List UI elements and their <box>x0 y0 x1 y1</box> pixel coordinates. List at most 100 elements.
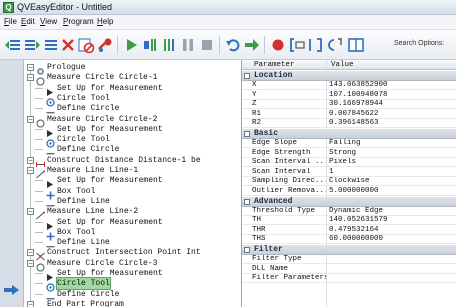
grid-param-value[interactable]: 5.000000000 <box>329 187 455 196</box>
grid-param-value[interactable]: 0.479532164 <box>329 226 455 235</box>
grid-param-value[interactable]: 30.166978944 <box>329 100 455 109</box>
list-button[interactable] <box>42 35 60 55</box>
bracket-c-button[interactable] <box>326 35 344 55</box>
grid-row[interactable]: R2 0.396148563 <box>242 119 456 129</box>
grid-row[interactable]: Y 107.100948078 <box>242 91 456 100</box>
window-title: QVEasyEditor - Untitled <box>17 2 113 12</box>
grid-param-value[interactable]: 1 <box>329 168 455 177</box>
grid-param-value[interactable]: Clockwise <box>329 177 455 186</box>
grid-param-value[interactable]: 140.052631579 <box>329 216 455 225</box>
grid-row[interactable]: Outlier Remova... 5.000000000 <box>242 187 456 196</box>
collapse-icon[interactable] <box>244 198 250 205</box>
link-button[interactable] <box>96 35 114 55</box>
grid-row[interactable]: Filter Type <box>242 255 456 264</box>
grid-param-value[interactable]: Pixels <box>329 158 455 167</box>
bracket-c-icon <box>328 38 342 51</box>
grid-row[interactable]: Scan Interval ... Pixels <box>242 158 456 168</box>
collapse-icon[interactable] <box>244 247 250 253</box>
expand-toggle-icon[interactable]: − <box>27 259 34 267</box>
bracket-button[interactable] <box>288 35 306 55</box>
column-header-value[interactable]: Value <box>331 60 354 70</box>
expand-toggle-icon[interactable]: − <box>27 156 34 164</box>
pause-button[interactable] <box>179 35 197 55</box>
grid-category[interactable]: Location <box>242 71 456 81</box>
grid-param-name: Threshold Type <box>252 206 316 215</box>
grid-row[interactable]: DLL Name <box>242 265 456 274</box>
record-button[interactable] <box>269 35 287 55</box>
dash-icon <box>46 238 55 248</box>
grid-param-value[interactable]: 107.100948078 <box>329 91 455 100</box>
run-button[interactable] <box>122 35 140 55</box>
grid-row[interactable]: THR 0.479532164 <box>242 226 456 235</box>
grid-row[interactable]: Z 30.166978944 <box>242 100 456 110</box>
expand-toggle-icon[interactable]: − <box>27 74 34 82</box>
grid-param-value[interactable]: 0.396148563 <box>329 119 455 128</box>
menu-file[interactable]: File <box>4 17 17 26</box>
stop-button[interactable] <box>198 35 216 55</box>
grid-category-label: Advanced <box>254 196 293 206</box>
align-left-button[interactable] <box>4 35 22 55</box>
grid-param-name: R2 <box>252 119 262 128</box>
grid-category[interactable]: Filter <box>242 245 456 255</box>
grid-category[interactable]: Advanced <box>242 196 456 207</box>
grid-row[interactable]: Threshold Type Dynamic Edge <box>242 207 456 216</box>
column-header-parameter[interactable]: Parameter <box>254 60 295 70</box>
property-grid[interactable]: Parameter Value Location X 143.063852900 Y 1… <box>241 60 456 307</box>
grid-param-value[interactable]: Strong <box>329 149 455 158</box>
grid-row[interactable]: R1 0.007845622 <box>242 110 456 119</box>
expand-toggle-icon[interactable]: − <box>27 64 34 71</box>
grid-row[interactable]: X 143.063852900 <box>242 81 456 90</box>
grid-param-name: Edge Slope <box>252 139 298 147</box>
collapse-icon[interactable] <box>244 73 250 79</box>
disable-button[interactable] <box>77 35 95 55</box>
panel-button[interactable] <box>347 35 365 55</box>
record-icon <box>272 39 284 51</box>
grid-param-value[interactable]: Dynamic Edge <box>329 207 455 216</box>
grid-param-value[interactable]: 60.000000000 <box>329 235 455 244</box>
collapse-icon[interactable] <box>244 131 250 137</box>
grid-row[interactable]: THS 60.000000000 <box>242 235 456 245</box>
tree-connector <box>35 221 43 223</box>
delete-button[interactable] <box>59 35 77 55</box>
expand-toggle-icon[interactable]: − <box>27 208 34 216</box>
bracket-alt-button[interactable] <box>307 35 325 55</box>
breakpoint-gutter[interactable] <box>0 60 24 307</box>
tree-connector <box>35 108 43 110</box>
grid-param-value[interactable]: 143.063852900 <box>329 81 455 90</box>
forward-button[interactable] <box>243 35 261 55</box>
step-button[interactable] <box>141 35 159 55</box>
tree-connector <box>35 149 43 151</box>
toolbar-separator <box>264 36 265 54</box>
step-over-button[interactable] <box>160 35 178 55</box>
grid-row[interactable]: Filter Parameters <box>242 274 456 284</box>
grid-param-name: Scan Interval <box>252 167 311 176</box>
expand-toggle-icon[interactable]: − <box>27 167 34 174</box>
grid-row[interactable]: Edge Strength Strong <box>242 149 456 158</box>
undo-button[interactable] <box>224 35 242 55</box>
tree-item[interactable]: − End Part Program <box>24 299 240 307</box>
grid-row[interactable]: Scan Interval 1 <box>242 168 456 177</box>
expand-toggle-icon[interactable]: − <box>27 300 34 307</box>
expand-toggle-icon[interactable]: − <box>27 115 34 123</box>
setup-icon <box>46 176 55 189</box>
circle-tool-icon <box>46 94 55 107</box>
grid-row[interactable]: Sampling Direc... Clockwise <box>242 177 456 187</box>
grid-category[interactable]: Basic <box>242 129 456 139</box>
grid-param-value[interactable]: 0.007845622 <box>329 110 455 119</box>
tree-connector <box>35 128 43 130</box>
tree-connector <box>35 87 43 89</box>
menu-view[interactable]: View <box>40 17 57 26</box>
tree-connector <box>35 190 43 192</box>
menu-edit[interactable]: Edit <box>21 17 35 26</box>
menu-program[interactable]: Program <box>63 17 94 26</box>
grid-row[interactable]: TH 140.052631579 <box>242 216 456 226</box>
grid-param-value[interactable]: Falling <box>329 139 455 148</box>
step-icon <box>144 39 156 51</box>
box-tool-icon <box>46 187 55 200</box>
program-tree[interactable]: − Prologue − Measure Circle Circle-1 Set Up … <box>24 60 240 307</box>
align-right-button[interactable] <box>23 35 41 55</box>
grid-row[interactable]: Edge Slope Falling <box>242 139 456 148</box>
tree-connector <box>35 139 43 141</box>
menu-help[interactable]: Help <box>97 17 113 26</box>
expand-toggle-icon[interactable]: − <box>27 249 34 257</box>
